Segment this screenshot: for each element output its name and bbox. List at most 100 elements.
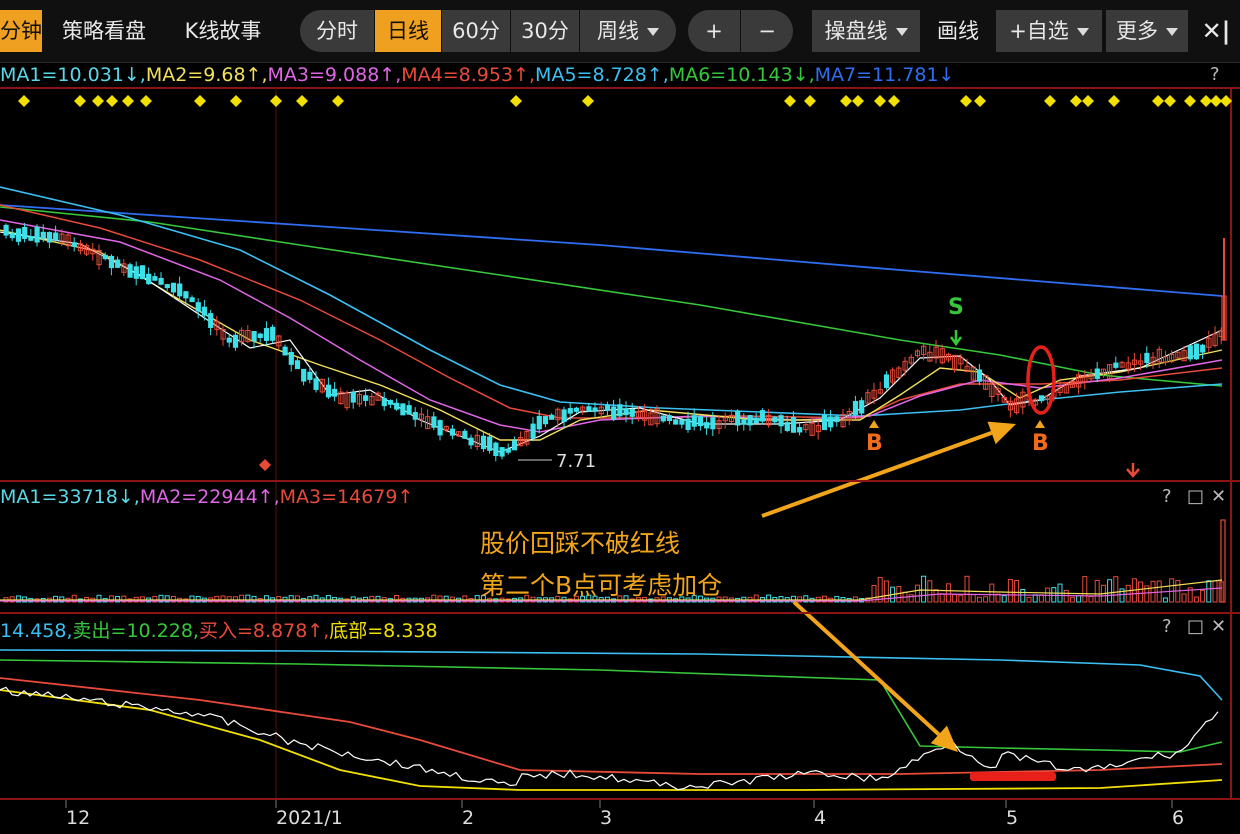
candle-body — [623, 408, 629, 416]
candle-body — [381, 397, 387, 407]
candle-body — [226, 337, 232, 343]
volume-bar — [1138, 581, 1144, 603]
signal-diamond — [960, 95, 972, 107]
candle-body — [759, 410, 766, 422]
signal-diamond — [1164, 95, 1176, 107]
volume-bar — [1107, 579, 1113, 603]
signal-diamond — [140, 95, 152, 107]
candle-body — [251, 330, 257, 342]
candle-body — [487, 436, 493, 451]
signal-diamond — [1108, 95, 1120, 107]
panel-divider — [0, 798, 1240, 800]
indicator-maximize-icon[interactable]: □ — [1187, 616, 1204, 637]
candle-body — [71, 242, 77, 247]
candle-body — [294, 360, 301, 370]
candle-body — [108, 255, 115, 269]
candle-body — [15, 228, 22, 242]
signal-diamond — [122, 95, 134, 107]
indicator-legend-item-0: 14.458, — [0, 620, 73, 642]
candle-body — [511, 440, 518, 451]
volume-bar — [1038, 594, 1044, 603]
signal-diamond — [1152, 95, 1164, 107]
volume-bar — [1007, 578, 1013, 603]
candle-body — [139, 265, 146, 280]
panel-divider — [0, 612, 1240, 614]
signal-diamond — [874, 95, 886, 107]
down-arrow-icon — [1126, 463, 1140, 478]
indicator-legend: 14.458,卖出=10.228,买入=8.878↑,底部=8.338 — [0, 616, 438, 643]
volume-bar — [1076, 595, 1082, 603]
volume-bar — [1063, 589, 1069, 603]
indicator-close-icon[interactable]: ✕ — [1211, 616, 1226, 637]
signal-diamond — [18, 95, 30, 107]
signal-diamond — [230, 95, 242, 107]
candle-body — [697, 416, 704, 427]
volume-bar — [914, 584, 920, 603]
candle-body — [263, 328, 270, 341]
kline-chart: 7.71 S B B 12 2021/1 2 3 4 5 6 — [0, 87, 1240, 829]
volume-bar — [921, 575, 927, 603]
candle-body — [480, 435, 487, 450]
candle-body — [828, 416, 834, 428]
candle-body — [152, 276, 158, 281]
annotation-arrow-down-shaft — [792, 600, 941, 736]
volume-close-icon[interactable]: ✕ — [1211, 486, 1226, 507]
candle-body — [3, 224, 9, 236]
volume-maximize-icon[interactable]: □ — [1187, 486, 1204, 507]
candle-body — [549, 414, 555, 420]
candle-body — [611, 406, 617, 420]
signal-diamond — [74, 95, 86, 107]
volume-bar — [1020, 588, 1026, 603]
volume-bar — [1069, 596, 1075, 603]
volume-bar — [989, 583, 995, 603]
ma2-line — [0, 229, 1223, 441]
candle-body — [406, 405, 412, 415]
candle-body — [282, 346, 288, 356]
volume-bar — [976, 596, 982, 603]
candle-body — [859, 400, 865, 414]
signal-diamond — [1184, 95, 1196, 107]
up-arrow-icon — [869, 420, 879, 428]
volume-bar — [1032, 594, 1038, 603]
volume-bar — [1113, 576, 1119, 603]
candle-body — [784, 422, 790, 431]
candle-body — [747, 415, 753, 426]
candle-body — [387, 400, 394, 405]
annotation-line-1: 股价回踩不破红线 — [480, 529, 681, 558]
candle-body — [499, 447, 505, 457]
indicator-legend-item-2: 买入=8.878↑, — [198, 620, 330, 642]
candle-body — [561, 409, 567, 423]
signal-diamond — [332, 95, 344, 107]
x-tick-label: 3 — [600, 807, 612, 829]
candle-body — [567, 408, 573, 414]
signal-diamond — [1044, 95, 1056, 107]
volume-bar — [1001, 595, 1007, 603]
candle-body — [9, 233, 15, 239]
volume-help-button[interactable]: ? — [1162, 486, 1172, 507]
candle-body — [34, 227, 40, 243]
candle-body — [363, 395, 369, 401]
candle-body — [201, 306, 208, 316]
candle-body — [604, 405, 611, 411]
indicator-help-button[interactable]: ? — [1162, 616, 1172, 637]
candle-body — [133, 266, 139, 279]
signal-diamond — [106, 95, 118, 107]
candle-body — [592, 407, 598, 412]
volume-bar — [933, 589, 939, 603]
ma4-line — [0, 204, 1223, 419]
candle-body — [468, 437, 474, 446]
candle-body — [883, 374, 890, 388]
red-diamond — [259, 459, 271, 471]
volume-bar — [1014, 579, 1020, 603]
candle-body — [673, 419, 679, 425]
signal-diamond — [296, 95, 308, 107]
volume-bar — [945, 583, 951, 603]
candle-body — [790, 417, 797, 433]
candle-body — [115, 259, 121, 268]
annotation-line-2: 第二个B点可考虑加仓 — [480, 571, 723, 600]
ma7-line — [0, 204, 1223, 297]
volume-legend-item-0: MA1=33718↓, — [0, 486, 140, 508]
indicator-top-line — [0, 649, 1223, 701]
panel-divider — [0, 480, 1240, 482]
candle-body — [629, 409, 635, 417]
